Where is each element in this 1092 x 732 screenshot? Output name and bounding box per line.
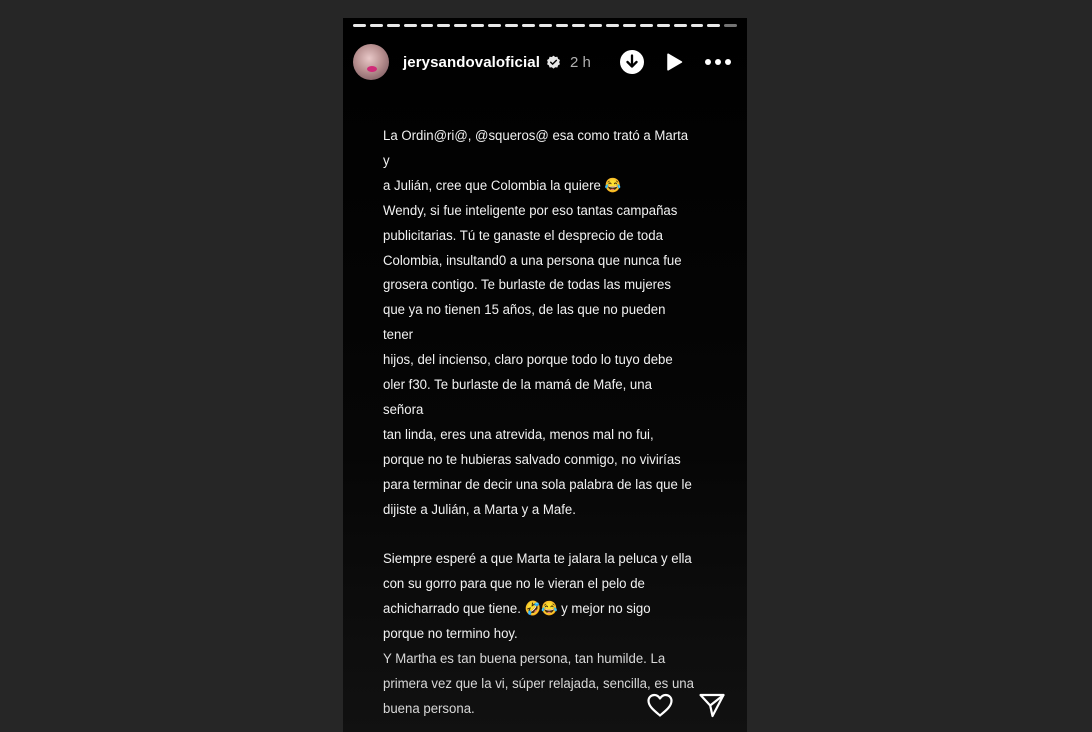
progress-segment [572, 24, 586, 27]
progress-segment [420, 24, 434, 27]
post-time: 2 h [569, 53, 591, 71]
story-text-line: dijiste a Julián, a Marta y a Mafe. [383, 501, 576, 518]
progress-segment [538, 24, 552, 27]
username[interactable]: jerysandovaloficial [403, 54, 540, 71]
progress-segment [555, 24, 569, 27]
progress-segment [403, 24, 417, 27]
story-text-line: oler f30. Te burlaste de la mamá de Mafe… [383, 377, 652, 418]
progress-segment [437, 24, 451, 27]
story-text-line: Siempre esperé a que Marta te jalara la … [383, 551, 692, 568]
story-text: La Ordin@ri@, @squeros@ esa como trató a… [383, 124, 695, 722]
progress-segment [369, 24, 383, 27]
story-text-line: porque no te hubieras salvado conmigo, n… [383, 451, 681, 468]
story-text-line: con su gorro para que no le vieran el pe… [383, 576, 645, 593]
story-text-line: Wendy, si fue inteligente por eso tantas… [383, 202, 678, 219]
story-text-line: Colombia, insultand0 a una persona que n… [383, 252, 682, 269]
progress-segment [454, 24, 468, 27]
story-footer [645, 690, 727, 720]
send-icon[interactable] [697, 690, 727, 720]
story-text-line: La Ordin@ri@, @squeros@ esa como trató a… [383, 128, 689, 169]
progress-segment [690, 24, 704, 27]
progress-segment [589, 24, 603, 27]
story-progress-bar [353, 24, 738, 27]
progress-segment [623, 24, 636, 27]
progress-segment [386, 24, 400, 27]
story-text-line: Y Martha es tan buena persona, tan humil… [383, 651, 666, 668]
progress-segment [673, 24, 687, 27]
play-icon[interactable] [661, 49, 687, 75]
profile-avatar[interactable] [353, 44, 389, 80]
progress-segment [521, 24, 535, 27]
progress-segment [504, 24, 518, 27]
story-header: jerysandovaloficial 2 h [353, 40, 733, 84]
story-text-line: tan linda, eres una atrevida, menos mal … [383, 426, 654, 443]
heart-icon[interactable] [645, 690, 675, 720]
progress-segment [606, 24, 619, 27]
story-text-line: achicharrado que tiene. 🤣😂 y mejor no si… [383, 601, 651, 618]
story-text-line: hijos, del incienso, claro porque todo l… [383, 352, 673, 369]
story-viewer[interactable]: jerysandovaloficial 2 h La Ordin@ri@, @s… [343, 18, 747, 732]
more-options-icon[interactable] [703, 49, 733, 75]
progress-segment [488, 24, 501, 27]
progress-segment [656, 24, 670, 27]
story-text-line: grosera contigo. Te burlaste de todas la… [383, 277, 671, 294]
progress-segment [353, 24, 366, 27]
download-icon[interactable] [619, 49, 645, 75]
progress-segment [724, 24, 738, 27]
verified-badge-icon [547, 55, 560, 69]
story-text-line: que ya no tienen 15 años, de las que no … [383, 302, 666, 344]
story-text-line: a Julián, cree que Colombia la quiere 😂 [383, 177, 621, 194]
story-text-line: publicitarias. Tú te ganaste el despreci… [383, 227, 663, 244]
progress-segment [639, 24, 653, 27]
progress-segment [471, 24, 484, 27]
story-text-line: para terminar de decir una sola palabra … [383, 476, 692, 493]
progress-segment [707, 24, 721, 27]
story-text-line: porque no termino hoy. [383, 626, 518, 643]
